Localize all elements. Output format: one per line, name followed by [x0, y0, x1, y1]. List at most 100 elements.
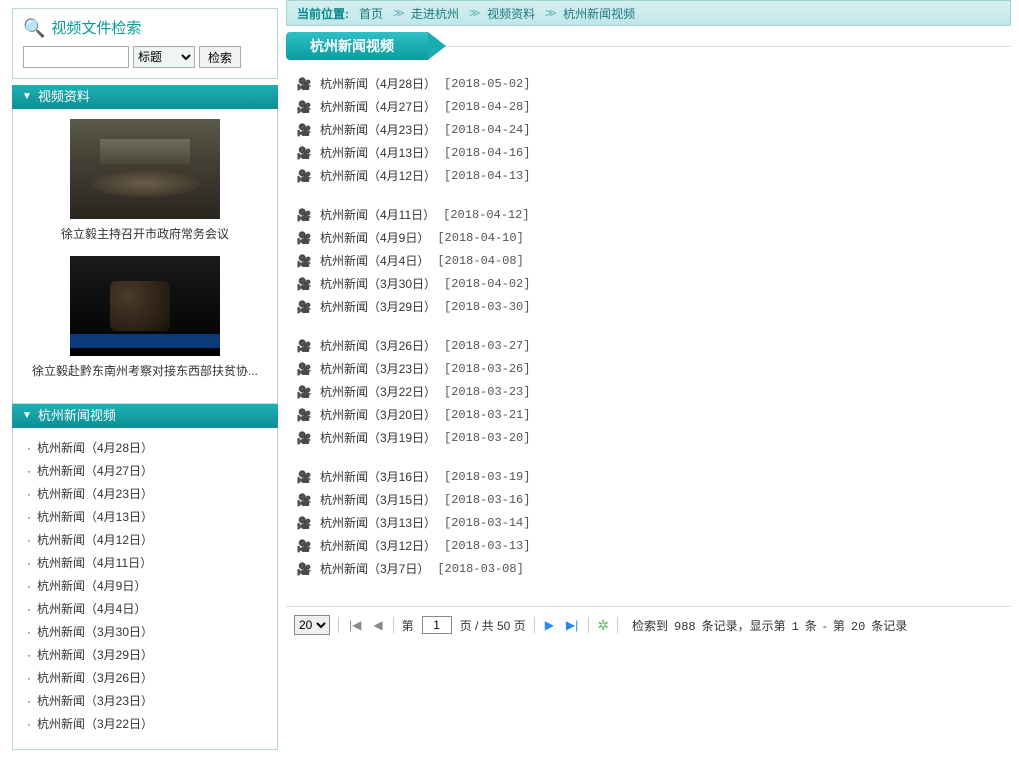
bullet-icon: · [27, 602, 31, 616]
video-section-title: 视频资料 [38, 85, 90, 109]
list-item[interactable]: 🎥杭州新闻（3月13日）[2018-03-14] [296, 511, 1001, 534]
sidebar-news-title: 杭州新闻（3月26日） [37, 671, 153, 685]
sidebar-news-item[interactable]: · 杭州新闻（4月4日） [23, 597, 267, 620]
video-thumbnail[interactable] [70, 119, 220, 219]
camera-icon: 🎥 [296, 231, 312, 245]
list-item-date: [2018-03-16] [444, 493, 530, 507]
search-field-select[interactable]: 标题 [133, 46, 195, 68]
sidebar-news-title: 杭州新闻（3月30日） [37, 625, 153, 639]
list-item[interactable]: 🎥杭州新闻（3月19日）[2018-03-20] [296, 426, 1001, 449]
list-item-date: [2018-03-19] [444, 470, 530, 484]
video-thumbnail[interactable] [70, 256, 220, 356]
camera-icon: 🎥 [296, 493, 312, 507]
list-item[interactable]: 🎥杭州新闻（4月23日）[2018-04-24] [296, 118, 1001, 141]
list-item[interactable]: 🎥杭州新闻（3月22日）[2018-03-23] [296, 380, 1001, 403]
divider [534, 617, 535, 633]
search-button[interactable]: 检索 [199, 46, 241, 68]
first-page-button[interactable]: |◀ [347, 618, 363, 632]
list-item[interactable]: 🎥杭州新闻（3月16日）[2018-03-19] [296, 465, 1001, 488]
pager: 20 |◀ ◀ 第 页 / 共 50 页 ▶ ▶| ✲ 检索到 988 条记录，… [286, 606, 1011, 639]
bullet-icon: · [27, 464, 31, 478]
list-item[interactable]: 🎥杭州新闻（3月7日）[2018-03-08] [296, 557, 1001, 580]
sidebar-news-item[interactable]: · 杭州新闻（4月9日） [23, 574, 267, 597]
sidebar-news-title: 杭州新闻（4月13日） [37, 510, 153, 524]
sidebar-news-item[interactable]: ·杭州新闻（4月12日） [23, 528, 267, 551]
list-item-date: [2018-04-02] [444, 277, 530, 291]
list-item-date: [2018-03-26] [444, 362, 530, 376]
chevron-right-icon: >> [469, 6, 477, 20]
sidebar-news-title: 杭州新闻（4月23日） [37, 487, 153, 501]
sidebar-news-item[interactable]: ·杭州新闻（4月23日） [23, 482, 267, 505]
list-item[interactable]: 🎥杭州新闻（4月28日）[2018-05-02] [296, 72, 1001, 95]
breadcrumb-item[interactable]: 首页 [359, 5, 383, 22]
camera-icon: 🎥 [296, 77, 312, 91]
list-item[interactable]: 🎥杭州新闻（3月26日）[2018-03-27] [296, 334, 1001, 357]
bullet-icon: · [27, 510, 31, 524]
list-item[interactable]: 🎥杭州新闻（4月13日）[2018-04-16] [296, 141, 1001, 164]
list-item[interactable]: 🎥杭州新闻（3月23日）[2018-03-26] [296, 357, 1001, 380]
camera-icon: 🎥 [296, 385, 312, 399]
bullet-icon: · [27, 579, 31, 593]
camera-icon: 🎥 [296, 254, 312, 268]
sidebar-news-item[interactable]: ·杭州新闻（3月23日） [23, 689, 267, 712]
sidebar-news-item[interactable]: · 杭州新闻（4月11日） [23, 551, 267, 574]
video-thumb-item[interactable]: 徐立毅赴黔东南州考察对接东西部扶贫协... [21, 256, 269, 379]
page-size-select[interactable]: 20 [294, 615, 330, 635]
list-item[interactable]: 🎥杭州新闻（3月12日）[2018-03-13] [296, 534, 1001, 557]
breadcrumb-item[interactable]: 视频资料 [487, 5, 535, 22]
sidebar-news-item[interactable]: ·杭州新闻（3月22日） [23, 712, 267, 735]
news-panel: ·杭州新闻（4月28日）·杭州新闻（4月27日）·杭州新闻（4月23日）·杭州新… [12, 428, 278, 750]
camera-icon: 🎥 [296, 516, 312, 530]
sidebar-news-item[interactable]: ·杭州新闻（4月27日） [23, 459, 267, 482]
list-item[interactable]: 🎥杭州新闻（4月9日）[2018-04-10] [296, 226, 1001, 249]
list-item[interactable]: 🎥杭州新闻（3月15日）[2018-03-16] [296, 488, 1001, 511]
list-item[interactable]: 🎥杭州新闻（4月12日）[2018-04-13] [296, 164, 1001, 187]
refresh-icon[interactable]: ✲ [597, 617, 609, 634]
last-page-button[interactable]: ▶| [564, 618, 580, 632]
sidebar-news-item[interactable]: ·杭州新闻（3月29日） [23, 643, 267, 666]
breadcrumb-item[interactable]: 杭州新闻视频 [563, 5, 635, 22]
list-item[interactable]: 🎥杭州新闻（4月27日）[2018-04-28] [296, 95, 1001, 118]
news-section-title: 杭州新闻视频 [38, 404, 116, 428]
list-item-title: 杭州新闻（3月20日） [320, 406, 436, 423]
list-item-date: [2018-03-23] [444, 385, 530, 399]
list-item-title: 杭州新闻（3月23日） [320, 360, 436, 377]
list-item[interactable]: 🎥杭州新闻（3月30日）[2018-04-02] [296, 272, 1001, 295]
sidebar-news-title: 杭州新闻（3月29日） [37, 648, 153, 662]
list-item-title: 杭州新闻（3月19日） [320, 429, 436, 446]
bullet-icon: · [27, 671, 31, 685]
camera-icon: 🎥 [296, 100, 312, 114]
list-item-title: 杭州新闻（3月7日） [320, 560, 429, 577]
list-item-title: 杭州新闻（4月13日） [320, 144, 436, 161]
list-item[interactable]: 🎥杭州新闻（4月11日）[2018-04-12] [296, 203, 1001, 226]
sidebar-news-item[interactable]: · 杭州新闻（4月13日） [23, 505, 267, 528]
page-number-input[interactable] [422, 616, 452, 634]
bullet-icon: · [27, 556, 31, 570]
list-item[interactable]: 🎥杭州新闻（4月4日）[2018-04-08] [296, 249, 1001, 272]
sidebar-news-item[interactable]: · 杭州新闻（3月26日） [23, 666, 267, 689]
list-item-date: [2018-04-28] [444, 100, 530, 114]
next-page-button[interactable]: ▶ [543, 618, 556, 632]
breadcrumb: 当前位置: 首页 >> 走进杭州 >> 视频资料 >> 杭州新闻视频 [286, 0, 1011, 26]
list-item[interactable]: 🎥杭州新闻（3月20日）[2018-03-21] [296, 403, 1001, 426]
list-item-date: [2018-04-12] [443, 208, 529, 222]
video-section-header: ▼ 视频资料 [12, 85, 278, 109]
breadcrumb-item[interactable]: 走进杭州 [411, 5, 459, 22]
search-title: 视频文件检索 [51, 17, 141, 38]
prev-page-button[interactable]: ◀ [371, 618, 384, 632]
list-item-date: [2018-04-16] [444, 146, 530, 160]
sidebar-news-title: 杭州新闻（4月11日） [37, 556, 152, 570]
list-group: 🎥杭州新闻（3月16日）[2018-03-19]🎥杭州新闻（3月15日）[201… [296, 465, 1001, 580]
search-input[interactable] [23, 46, 129, 68]
sidebar-news-item[interactable]: ·杭州新闻（4月28日） [23, 436, 267, 459]
sidebar-news-title: 杭州新闻（4月9日） [37, 579, 146, 593]
pager-info: 检索到 988 条记录，显示第 1 条 - 第 20 条记录 [632, 617, 907, 634]
sidebar-news-title: 杭州新闻（4月4日） [37, 602, 146, 616]
bullet-icon: · [27, 717, 31, 731]
camera-icon: 🎥 [296, 470, 312, 484]
video-thumb-item[interactable]: 徐立毅主持召开市政府常务会议 [21, 119, 269, 242]
list-group: 🎥杭州新闻（4月11日）[2018-04-12]🎥杭州新闻（4月9日）[2018… [296, 203, 1001, 318]
list-item[interactable]: 🎥杭州新闻（3月29日）[2018-03-30] [296, 295, 1001, 318]
main-list: 🎥杭州新闻（4月28日）[2018-05-02]🎥杭州新闻（4月27日）[201… [286, 72, 1011, 606]
sidebar-news-item[interactable]: ·杭州新闻（3月30日） [23, 620, 267, 643]
